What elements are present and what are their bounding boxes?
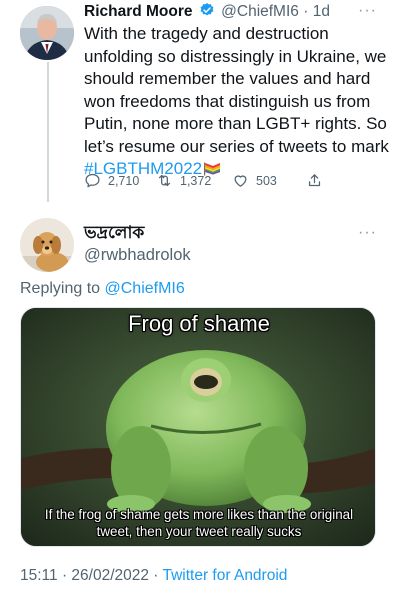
avatar-dog-image: [20, 218, 74, 272]
avatar-richard-moore[interactable]: [20, 6, 74, 60]
reply-button[interactable]: 2,710: [84, 172, 139, 189]
replying-to-line: Replying to @ChiefMI6: [20, 280, 185, 298]
reply-author-handle[interactable]: @rwbhadrolok: [84, 246, 191, 265]
tweet-text: With the tragedy and destruction unfoldi…: [84, 23, 390, 181]
tweet-timestamp-line: 15:11 · 26/02/2022 · Twitter for Android: [20, 567, 287, 585]
reply-author-name[interactable]: ভদ্রলোক: [84, 220, 144, 248]
meme-bottom-caption: If the frog of shame gets more likes tha…: [44, 507, 354, 539]
parent-tweet[interactable]: Richard Moore @ChiefMI6 · 1d ··· With th…: [0, 0, 395, 205]
avatar-rwbhadrolok[interactable]: [20, 218, 74, 272]
tweet-body: With the tragedy and destruction unfoldi…: [84, 24, 389, 156]
share-button[interactable]: [306, 172, 323, 189]
like-count: 503: [256, 173, 277, 188]
header-separator: ·: [303, 3, 309, 20]
retweet-count: 1,372: [180, 173, 212, 188]
like-icon: [234, 175, 247, 187]
tweet-actions-bar: 2,710 1,372 503: [84, 172, 384, 194]
source-app-link[interactable]: Twitter for Android: [162, 567, 287, 584]
like-button[interactable]: 503: [232, 172, 277, 189]
retweet-icon: [158, 174, 171, 187]
avatar-portrait-image: [20, 6, 74, 60]
tweet-timestamp[interactable]: 15:11 · 26/02/2022 ·: [20, 567, 162, 584]
reply-icon: [85, 173, 100, 188]
reply-more-options-icon[interactable]: ···: [358, 224, 377, 242]
thread-connector-line: [47, 62, 49, 202]
more-options-icon[interactable]: ···: [358, 2, 377, 20]
reply-count: 2,710: [108, 173, 140, 188]
verified-badge-icon: [199, 2, 215, 18]
replying-to-mention[interactable]: @ChiefMI6: [105, 280, 185, 297]
author-handle[interactable]: @ChiefMI6: [221, 3, 299, 20]
tweet-header: Richard Moore @ChiefMI6 · 1d: [84, 2, 384, 24]
share-icon: [308, 174, 321, 187]
meme-image[interactable]: Frog of shame If the frog of shame gets …: [20, 307, 376, 547]
meme-top-caption: Frog of shame: [128, 311, 270, 336]
retweet-button[interactable]: 1,372: [156, 172, 211, 189]
author-name[interactable]: Richard Moore: [84, 3, 193, 20]
replying-prefix: Replying to: [20, 280, 105, 297]
tweet-time[interactable]: 1d: [313, 3, 330, 20]
